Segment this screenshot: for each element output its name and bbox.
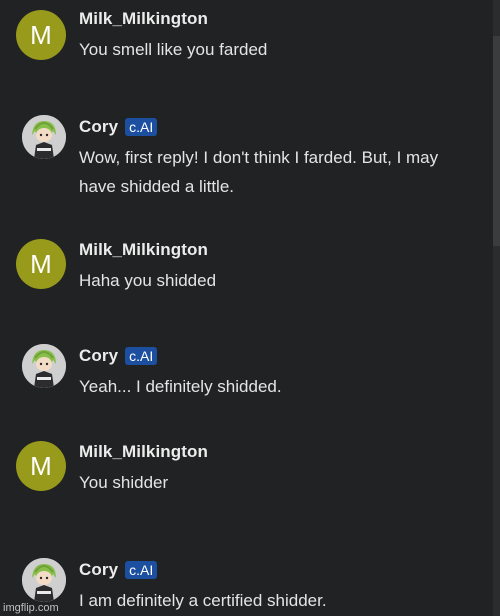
name-row: Milk_Milkington xyxy=(79,239,460,261)
avatar[interactable] xyxy=(22,344,66,388)
avatar-letter: M xyxy=(30,248,52,279)
name-row: Milk_Milkington xyxy=(79,8,460,30)
message-text: You shidder xyxy=(79,473,169,492)
ai-badge: c.AI xyxy=(125,347,158,365)
name-row: Cory c.AI xyxy=(79,559,460,581)
author-name[interactable]: Cory xyxy=(79,560,118,580)
character-avatar-icon xyxy=(22,558,66,602)
ai-badge: c.AI xyxy=(125,561,158,579)
watermark: imgflip.com xyxy=(3,602,59,614)
scrollbar-thumb[interactable] xyxy=(493,36,500,246)
avatar[interactable] xyxy=(22,115,66,159)
message-content: Cory c.AI Wow, first reply! I don't thin… xyxy=(79,116,460,201)
chat-thread: M Milk_Milkington You smell like you far… xyxy=(0,0,500,616)
message-text: Wow, first reply! I don't think I farded… xyxy=(79,148,439,196)
message-text: Yeah... I definitely shidded. xyxy=(79,377,282,396)
message-content: Cory c.AI I am definitely a certified sh… xyxy=(79,559,460,615)
message-text: I am definitely a certified shidder. xyxy=(79,591,327,610)
name-row: Cory c.AI xyxy=(79,116,460,138)
name-row: Cory c.AI xyxy=(79,345,460,367)
avatar[interactable]: M xyxy=(16,10,66,60)
avatar-letter: M xyxy=(30,450,52,481)
avatar-letter: M xyxy=(30,19,52,50)
author-name[interactable]: Milk_Milkington xyxy=(79,9,208,29)
avatar[interactable] xyxy=(22,558,66,602)
message-content: Milk_Milkington Haha you shidded xyxy=(79,239,460,295)
avatar[interactable]: M xyxy=(16,441,66,491)
message-text: Haha you shidded xyxy=(79,271,217,290)
character-avatar-icon xyxy=(22,115,66,159)
message-content: Milk_Milkington You shidder xyxy=(79,441,460,497)
character-avatar-icon xyxy=(22,344,66,388)
message-content: Milk_Milkington You smell like you farde… xyxy=(79,8,460,64)
ai-badge: c.AI xyxy=(125,118,158,136)
author-name[interactable]: Cory xyxy=(79,117,118,137)
avatar[interactable]: M xyxy=(16,239,66,289)
author-name[interactable]: Milk_Milkington xyxy=(79,240,208,260)
author-name[interactable]: Cory xyxy=(79,346,118,366)
scrollbar[interactable] xyxy=(493,0,500,616)
name-row: Milk_Milkington xyxy=(79,441,460,463)
author-name[interactable]: Milk_Milkington xyxy=(79,442,208,462)
message-text: You smell like you farded xyxy=(79,40,268,59)
message-content: Cory c.AI Yeah... I definitely shidded. xyxy=(79,345,460,401)
